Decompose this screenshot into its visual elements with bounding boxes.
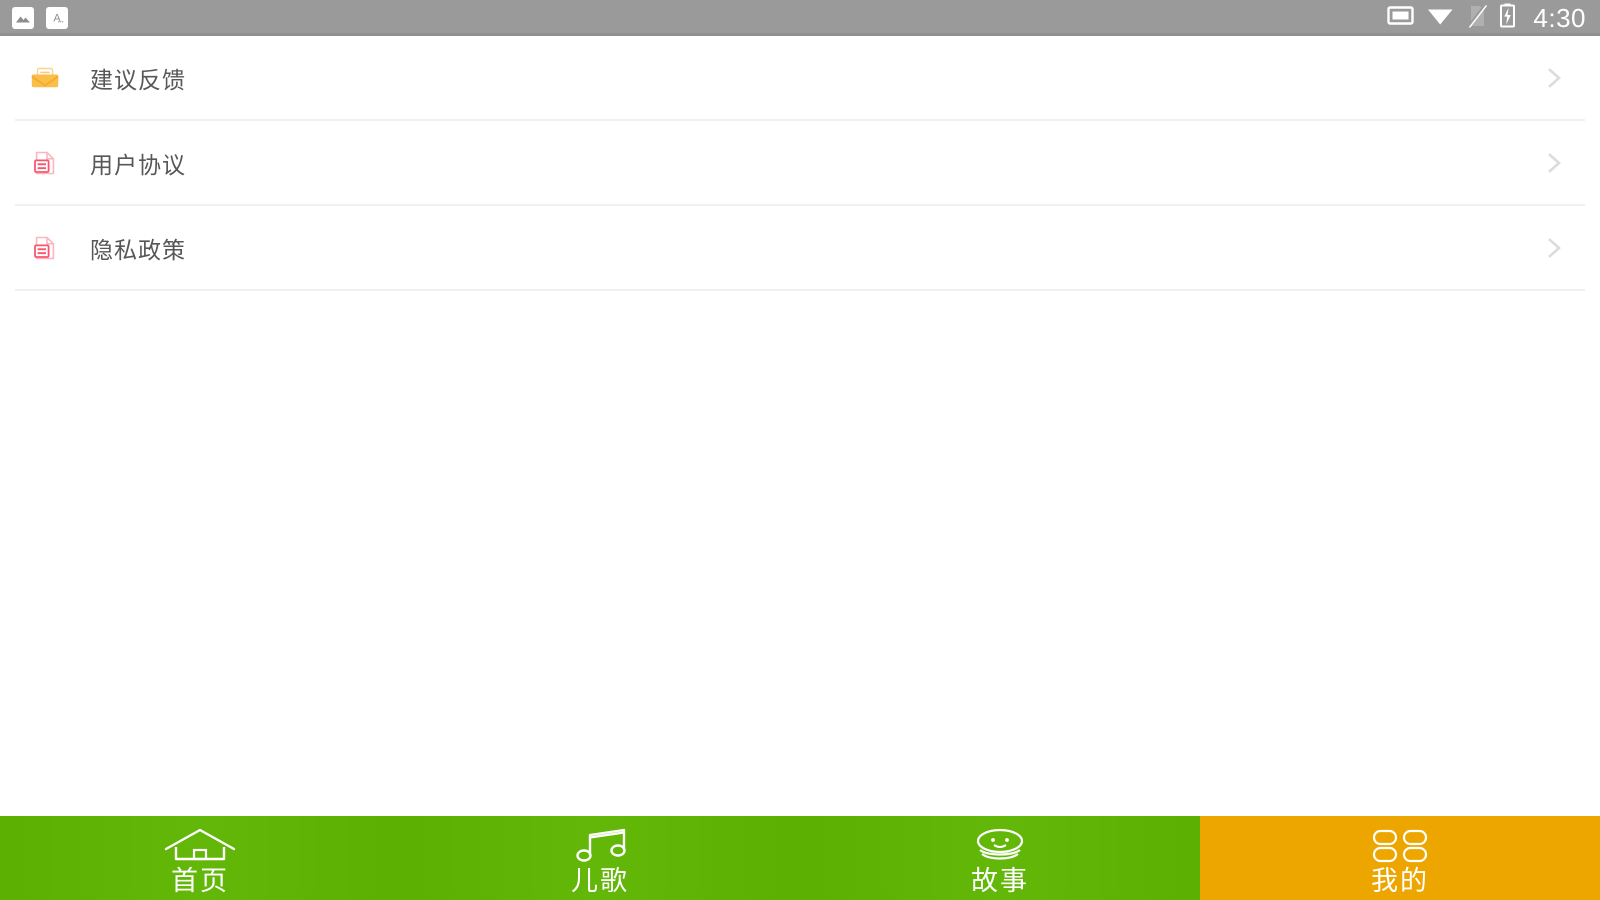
- status-bar-notifications: A: [12, 7, 68, 29]
- status-bar-icons: 4:30: [1387, 3, 1586, 33]
- list-item-label: 隐私政策: [90, 236, 186, 263]
- mail-icon: [30, 63, 60, 93]
- tab-label: 故事: [971, 866, 1029, 896]
- chevron-right-icon: [1540, 233, 1570, 263]
- tab-label: 我的: [1371, 866, 1429, 896]
- list-item-privacy-policy[interactable]: 隐私政策: [0, 206, 1600, 289]
- tab-home[interactable]: 首页: [0, 816, 400, 900]
- list-item-label: 用户协议: [90, 151, 186, 178]
- settings-list: 建议反馈 用户协议 隐私政策: [0, 36, 1600, 291]
- svg-text:A: A: [53, 13, 61, 25]
- image-icon: [12, 7, 34, 29]
- list-item-label: 建议反馈: [90, 66, 186, 93]
- cast-screen-icon: [1387, 5, 1415, 31]
- document-icon: [30, 233, 60, 263]
- bottom-navigation: 首页 儿歌 故事 我的: [0, 814, 1600, 900]
- face-icon: [958, 825, 1042, 865]
- chevron-right-icon: [1540, 148, 1570, 178]
- no-sim-icon: [1467, 3, 1488, 33]
- music-note-icon: [558, 825, 642, 865]
- wifi-icon: [1427, 5, 1454, 31]
- grid-icon: [1352, 825, 1448, 865]
- document-icon: [30, 148, 60, 178]
- status-bar-clock: 4:30: [1533, 3, 1586, 33]
- content-area: 建议反馈 用户协议 隐私政策: [0, 36, 1600, 814]
- tab-label: 首页: [171, 866, 229, 896]
- tab-label: 儿歌: [571, 866, 629, 896]
- tab-songs[interactable]: 儿歌: [400, 816, 800, 900]
- list-item-user-agreement[interactable]: 用户协议: [0, 121, 1600, 204]
- status-bar: A 4:30: [0, 0, 1600, 36]
- tab-stories[interactable]: 故事: [800, 816, 1200, 900]
- text-icon: A: [46, 7, 68, 29]
- list-divider: [15, 289, 1585, 291]
- battery-charging-icon: [1500, 3, 1516, 33]
- tab-mine[interactable]: 我的: [1200, 816, 1600, 900]
- list-item-feedback[interactable]: 建议反馈: [0, 36, 1600, 119]
- app-root: A 4:30 建议反馈 用户协议 隐私政策 首页 儿歌 故事 我的: [0, 0, 1600, 900]
- home-icon: [158, 825, 242, 865]
- chevron-right-icon: [1540, 63, 1570, 93]
